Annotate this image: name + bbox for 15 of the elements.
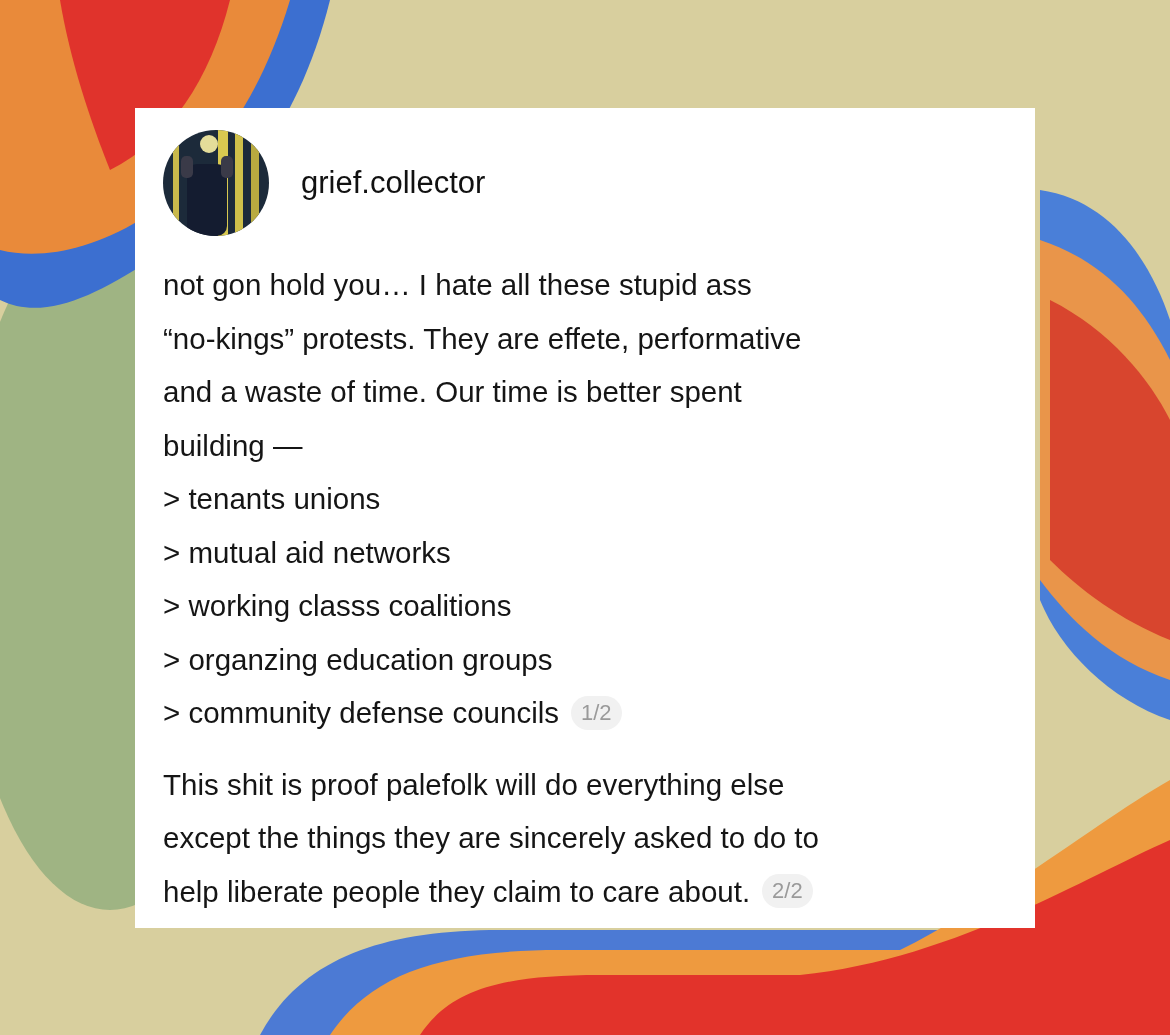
page-counter: 2/2 [762, 874, 813, 909]
post-text: except the things they are sincerely asked to do to [163, 820, 819, 856]
page-counter: 1/2 [571, 695, 622, 730]
post-text: help liberate people they claim to care about. [163, 873, 751, 910]
post-text: This shit is proof palefolk will do everything else [163, 766, 785, 803]
post-text: > tenants unions [163, 481, 381, 517]
post-text: > working classs coalitions [163, 588, 512, 624]
post-text: > mutual aid networks [163, 534, 451, 571]
post-text: building — [163, 427, 303, 464]
post-text: not gon hold you… I hate all these stupid ass [163, 267, 752, 303]
post-text: “no-kings” protests. They are effete, performative [163, 320, 802, 357]
post-text: and a waste of time. Our time is better spent [163, 374, 742, 410]
post-text: > community defense councils [163, 695, 559, 731]
post-text: > organzing education groups [163, 641, 553, 678]
username[interactable]: grief.collector [301, 165, 486, 201]
